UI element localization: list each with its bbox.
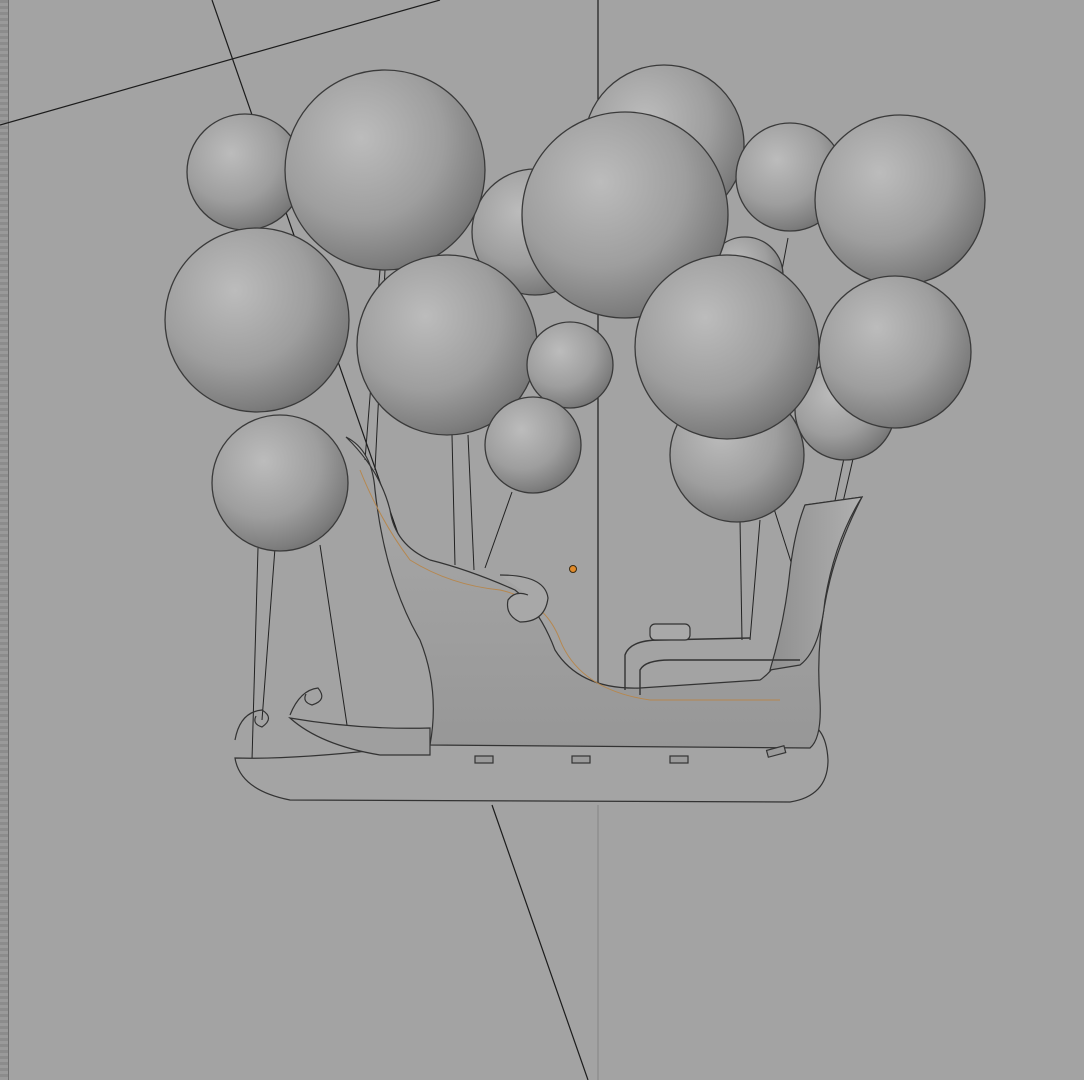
sleigh-handle-grip (649, 623, 691, 641)
balloon (284, 69, 486, 271)
sleigh-front-curl (234, 709, 270, 741)
balloon (814, 114, 986, 286)
balloon (164, 227, 350, 413)
runner-slot (669, 755, 689, 764)
balloon (484, 396, 582, 494)
balloon (818, 275, 972, 429)
runner-slot (474, 755, 494, 764)
balloon (634, 254, 820, 440)
balloon (211, 414, 349, 552)
scene-canvas[interactable] (0, 0, 1084, 1080)
origin-dot-icon[interactable] (569, 565, 577, 573)
3d-viewport[interactable] (0, 0, 1084, 1080)
balloons[interactable] (164, 64, 986, 552)
sleigh-footboard (288, 717, 431, 756)
balloon (526, 321, 614, 409)
runner-slot (571, 755, 591, 764)
sleigh-front-curl (289, 687, 323, 716)
